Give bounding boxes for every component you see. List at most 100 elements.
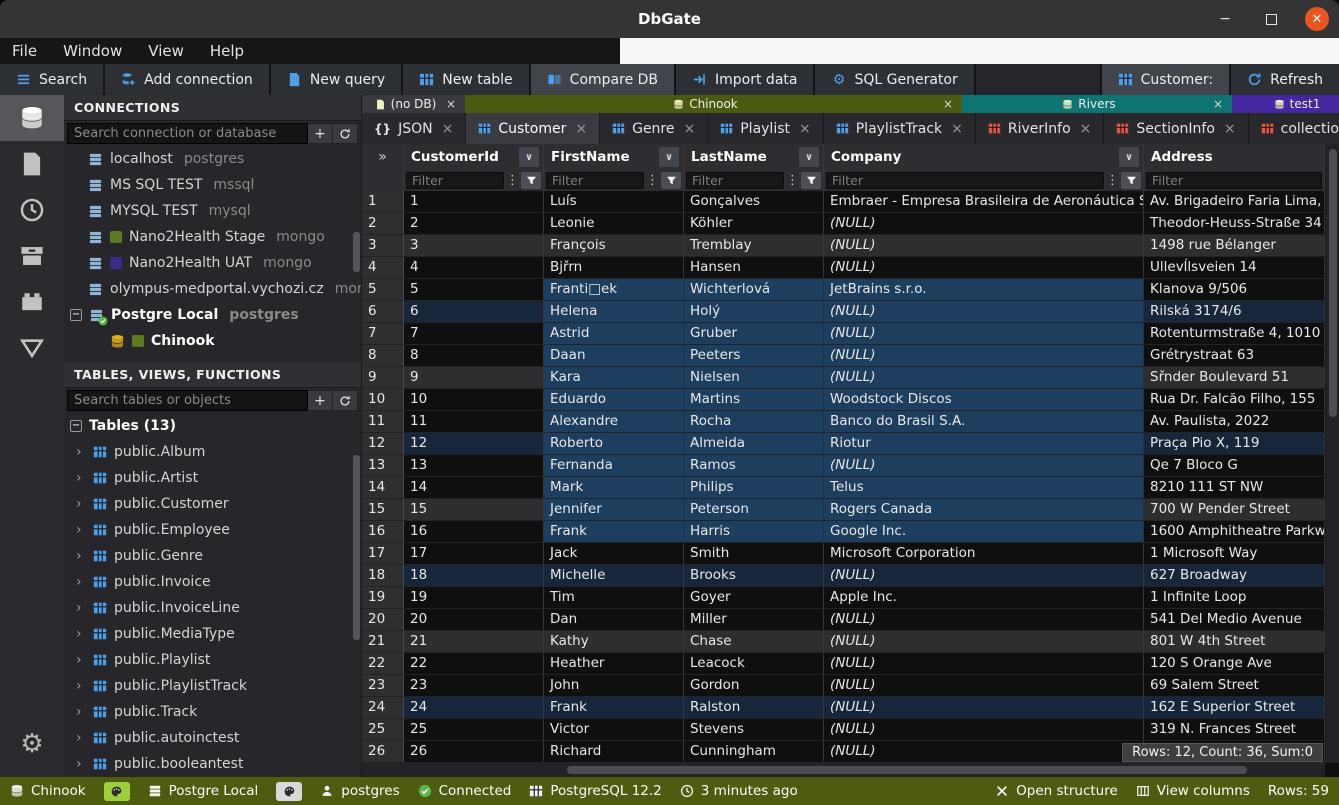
cell-firstname[interactable]: François <box>544 235 684 256</box>
table-item-public-invoice[interactable]: ›public.Invoice <box>64 569 361 595</box>
connection-item-nano2health-uat[interactable]: Nano2Health UATmongo <box>64 250 361 276</box>
table-item-public-album[interactable]: ›public.Album <box>64 439 361 465</box>
table-item-public-booleantest[interactable]: ›public.booleantest <box>64 751 361 777</box>
dots-menu-icon[interactable]: ⋮ <box>506 173 519 188</box>
cell-company[interactable]: (NULL) <box>824 455 1144 476</box>
cell-firstname[interactable]: Dan <box>544 609 684 630</box>
cell-lastname[interactable]: Harris <box>684 521 824 542</box>
table-item-public-customer[interactable]: ›public.Customer <box>64 491 361 517</box>
cell-company[interactable]: Banco do Brasil S.A. <box>824 411 1144 432</box>
cell-firstname[interactable]: Victor <box>544 719 684 740</box>
database-group-tab-no-db[interactable]: (no DB)× <box>362 95 465 113</box>
tables-scrollbar-thumb[interactable] <box>353 455 360 640</box>
toolbar-button-new-query[interactable]: New query <box>271 64 403 95</box>
connection-item-olympus-medportal-vychozi-cz[interactable]: olympus-medportal.vychozi.czmongo <box>64 276 361 302</box>
cell-firstname[interactable]: Kathy <box>544 631 684 652</box>
cell-lastname[interactable]: Chase <box>684 631 824 652</box>
rail-item-archive[interactable] <box>0 233 64 279</box>
tab-playlisttrack[interactable]: PlaylistTrack× <box>824 113 976 144</box>
row-number[interactable]: 10 <box>362 389 404 410</box>
table-item-public-track[interactable]: ›public.Track <box>64 699 361 725</box>
tab-sectioninfo[interactable]: SectionInfo× <box>1104 113 1248 144</box>
row-number[interactable]: 14 <box>362 477 404 498</box>
cell-customerid[interactable]: 15 <box>404 499 544 520</box>
row-number[interactable]: 2 <box>362 213 404 234</box>
cell-lastname[interactable]: Ralston <box>684 697 824 718</box>
cell-company[interactable]: (NULL) <box>824 213 1144 234</box>
cell-address[interactable]: 69 Salem Street <box>1144 675 1325 696</box>
cell-customerid[interactable]: 9 <box>404 367 544 388</box>
close-icon[interactable]: × <box>443 97 459 111</box>
cell-customerid[interactable]: 21 <box>404 631 544 652</box>
cell-customerid[interactable]: 7 <box>404 323 544 344</box>
cell-firstname[interactable]: Franti□ek <box>544 279 684 300</box>
cell-customerid[interactable]: 23 <box>404 675 544 696</box>
rail-item-settings[interactable]: ⚙ <box>0 721 64 767</box>
close-icon[interactable]: × <box>1224 121 1236 137</box>
row-number[interactable]: 19 <box>362 587 404 608</box>
cell-customerid[interactable]: 24 <box>404 697 544 718</box>
grid-vertical-scrollbar[interactable] <box>1325 144 1339 763</box>
cell-firstname[interactable]: Astrid <box>544 323 684 344</box>
filter-input-customerid[interactable] <box>406 172 504 189</box>
cell-company[interactable]: Riotur <box>824 433 1144 454</box>
cell-lastname[interactable]: Ramos <box>684 455 824 476</box>
cell-company[interactable]: Embraer - Empresa Brasileira de Aeronáut… <box>824 191 1144 212</box>
connections-scrollbar-thumb[interactable] <box>353 232 360 272</box>
cell-company[interactable]: (NULL) <box>824 323 1144 344</box>
toolbar-button-add-connection[interactable]: Add connection <box>105 64 271 95</box>
row-number[interactable]: 18 <box>362 565 404 586</box>
cell-firstname[interactable]: Roberto <box>544 433 684 454</box>
title-bar[interactable]: DbGate − ✕ <box>0 0 1339 38</box>
cell-address[interactable]: 1 Infinite Loop <box>1144 587 1325 608</box>
cell-lastname[interactable]: Tremblay <box>684 235 824 256</box>
cell-lastname[interactable]: Gordon <box>684 675 824 696</box>
refresh-connections-button[interactable] <box>333 123 358 144</box>
dots-menu-icon[interactable]: ⋮ <box>786 173 799 188</box>
cell-customerid[interactable]: 6 <box>404 301 544 322</box>
cell-lastname[interactable]: Köhler <box>684 213 824 234</box>
cell-lastname[interactable]: Miller <box>684 609 824 630</box>
cell-lastname[interactable]: Brooks <box>684 565 824 586</box>
chevron-down-icon[interactable]: ∨ <box>659 147 679 167</box>
close-icon[interactable]: × <box>442 121 454 137</box>
toolbar-button-sql-generator[interactable]: ⚙SQL Generator <box>815 64 975 95</box>
cell-company[interactable]: (NULL) <box>824 257 1144 278</box>
cell-lastname[interactable]: Wichterlová <box>684 279 824 300</box>
cell-address[interactable]: Sřnder Boulevard 51 <box>1144 367 1325 388</box>
cell-firstname[interactable]: Jennifer <box>544 499 684 520</box>
toolbar-button-new-table[interactable]: New table <box>403 64 530 95</box>
row-number[interactable]: 22 <box>362 653 404 674</box>
rail-item-database[interactable] <box>0 95 64 141</box>
row-number[interactable]: 1 <box>362 191 404 212</box>
cell-customerid[interactable]: 11 <box>404 411 544 432</box>
row-number[interactable]: 5 <box>362 279 404 300</box>
filter-input-company[interactable] <box>826 172 1104 189</box>
cell-address[interactable]: Ullevĺlsveien 14 <box>1144 257 1325 278</box>
collapse-icon[interactable]: − <box>70 309 82 321</box>
tab-json[interactable]: {}JSON× <box>362 113 466 144</box>
chevron-right-icon[interactable]: › <box>76 574 86 590</box>
toolbar-button-refresh[interactable]: Refresh <box>1229 64 1339 95</box>
cell-firstname[interactable]: Frank <box>544 697 684 718</box>
cell-customerid[interactable]: 13 <box>404 455 544 476</box>
row-number[interactable]: 9 <box>362 367 404 388</box>
chevron-right-icon[interactable]: › <box>76 600 86 616</box>
cell-firstname[interactable]: Bjřrn <box>544 257 684 278</box>
cell-company[interactable]: (NULL) <box>824 367 1144 388</box>
cell-company[interactable]: Woodstock Discos <box>824 389 1144 410</box>
cell-lastname[interactable]: Peterson <box>684 499 824 520</box>
tab-collection[interactable]: collection× <box>1249 113 1339 144</box>
row-number[interactable]: 16 <box>362 521 404 542</box>
cell-lastname[interactable]: Gonçalves <box>684 191 824 212</box>
cell-lastname[interactable]: Cunningham <box>684 741 824 762</box>
add-table-small-button[interactable]: + <box>308 390 333 411</box>
cell-firstname[interactable]: Fernanda <box>544 455 684 476</box>
row-number[interactable]: 12 <box>362 433 404 454</box>
cell-lastname[interactable]: Hansen <box>684 257 824 278</box>
chevron-right-icon[interactable]: › <box>76 756 86 772</box>
dots-menu-icon[interactable]: ⋮ <box>1106 173 1119 188</box>
chevron-down-icon[interactable]: ∨ <box>799 147 819 167</box>
grid-horizontal-scrollbar[interactable] <box>362 763 1325 777</box>
connection-item-nano2health-stage[interactable]: Nano2Health Stagemongo <box>64 224 361 250</box>
